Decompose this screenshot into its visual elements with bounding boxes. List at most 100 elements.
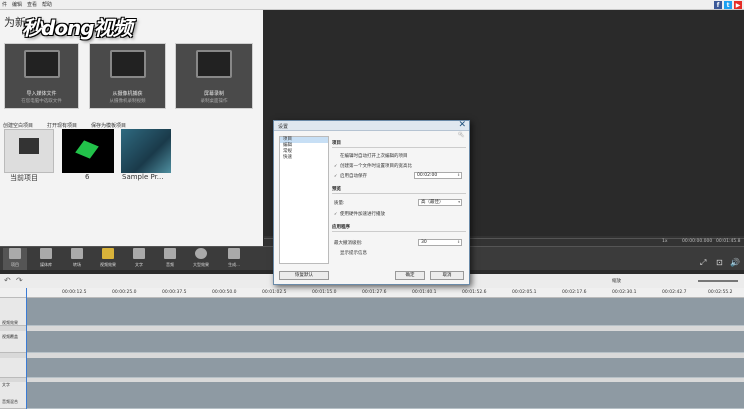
checkbox-unchecked[interactable] [334, 153, 338, 157]
field-value: 高（最佳） [421, 200, 444, 205]
tab-text[interactable]: 文字 [125, 247, 153, 269]
camera-icon [109, 50, 146, 78]
volume-icon[interactable]: 🔊 [730, 258, 740, 267]
track-header[interactable] [0, 358, 26, 378]
menu-view[interactable]: 查看 [27, 1, 37, 8]
text-icon [133, 248, 145, 259]
undo-levels-field[interactable]: 30 ⇕ [418, 239, 462, 246]
snapshot-icon[interactable]: ⊡ [716, 258, 723, 267]
save-template-link[interactable]: 保存为模板项目 [91, 122, 126, 129]
fullscreen-icon[interactable]: ⤢ [700, 258, 706, 268]
quality-select[interactable]: 高（最佳） ▾ [418, 199, 462, 206]
project-icon [9, 248, 21, 259]
setting-label: 使用硬件加速进行播放 [340, 212, 385, 217]
ruler-tick: 00:00:37.5 [162, 290, 187, 295]
ruler-tick: 00:01:40.1 [412, 290, 437, 295]
ruler-tick: 00:01:15.0 [312, 290, 337, 295]
tile-sublabel: 在您电脑中选取文件 [21, 99, 62, 104]
track-label: 视频效果 [2, 320, 18, 325]
chevron-down-icon: ▾ [458, 200, 460, 204]
setting-row[interactable]: 显示提示信息 [334, 250, 367, 256]
open-project-link[interactable]: 打开现有项目 [47, 122, 77, 129]
ruler-tick: 00:02:17.6 [562, 290, 587, 295]
playhead[interactable] [26, 288, 27, 409]
track-lane[interactable] [26, 331, 744, 353]
youtube-icon[interactable]: ▶ [734, 1, 742, 9]
tab-media[interactable]: 媒体库 [32, 247, 60, 269]
track-lane[interactable] [26, 358, 744, 378]
monitor-icon [196, 50, 232, 78]
tile-sublabel: 录制桌面操作 [200, 99, 228, 104]
tab-label: 项目 [11, 262, 19, 267]
import-media-tile[interactable]: 导入媒体文件 在您电脑中选取文件 [4, 43, 79, 109]
mouse-cursor-icon: ↖ [458, 130, 465, 139]
tab-transitions[interactable]: 转场 [63, 247, 91, 269]
screen-record-tile[interactable]: 屏幕录制 录制桌面操作 [175, 43, 253, 109]
ruler-tick: 00:00:25.0 [112, 290, 137, 295]
ruler-tick: 00:02:55.2 [708, 290, 733, 295]
new-project-link[interactable]: 创建空白项目 [3, 122, 33, 129]
project-thumb-6[interactable] [62, 129, 114, 173]
current-project-thumb[interactable] [4, 129, 54, 173]
ok-button[interactable]: 确定 [395, 271, 425, 280]
dialog-titlebar: 设置 ✕ [274, 120, 469, 131]
cancel-button[interactable]: 取消 [430, 271, 464, 280]
setting-row[interactable]: ✓ 创建第一个文件时设置项目的宽高比 [334, 163, 412, 170]
checkbox-checked[interactable]: ✓ [334, 164, 338, 168]
nav-item-fast[interactable]: 快速 [280, 155, 328, 161]
tab-audio[interactable]: 音频 [156, 247, 184, 269]
tab-project[interactable]: 项目 [1, 247, 29, 269]
capture-camera-tile[interactable]: 从摄像机捕获 从摄像机录制视频 [89, 43, 166, 109]
menu-file[interactable]: 件 [2, 1, 7, 8]
twitter-icon[interactable]: t [724, 1, 732, 9]
ruler-tick: 00:02:05.1 [512, 290, 537, 295]
tab-label: 文字 [135, 262, 143, 267]
settings-content: 项目 在编辑时自动打开上次编辑的项目 ✓ 创建第一个文件时设置项目的宽高比 ✓ 启用… [332, 136, 466, 264]
track-header[interactable]: 视频覆盖 [0, 331, 26, 353]
reset-defaults-button[interactable]: 恢复默认 [279, 271, 329, 280]
zoom-slider[interactable] [698, 280, 738, 282]
tab-big-effects[interactable]: 大型效果 [187, 247, 215, 269]
tab-label: 大型效果 [193, 262, 209, 267]
tile-label: 导入媒体文件 [26, 91, 57, 97]
checkbox-checked[interactable]: ✓ [334, 212, 338, 216]
thumb-label: 当前项目 [10, 174, 38, 182]
tab-video-effects[interactable]: 视频效果 [94, 247, 122, 269]
total-timecode: 00:01:45.8 [716, 239, 741, 244]
autosave-interval-field[interactable]: 00:02:00 ⇕ [414, 172, 462, 179]
timeline-tracks: 视频效果 视频覆盖 文字 音频混合 [0, 298, 744, 409]
undo-icon[interactable]: ↶ [4, 276, 11, 285]
setting-row[interactable]: ✓ 启用自动保存 [334, 173, 367, 180]
ruler-tick: 00:02:30.1 [612, 290, 637, 295]
project-links: 创建空白项目 打开现有项目 保存为模板项目 [3, 122, 126, 129]
tab-produce[interactable]: 生成... [220, 247, 248, 269]
setting-row[interactable]: 在编辑时自动打开上次编辑的项目 [334, 153, 408, 159]
field-value: 00:02:00 [417, 173, 438, 178]
track-label: 音频混合 [2, 399, 18, 404]
close-icon[interactable]: ✕ [458, 120, 466, 130]
menu-help[interactable]: 帮助 [42, 1, 52, 8]
settings-nav: 项目 编辑 常规 快速 [279, 136, 329, 264]
ruler-tick: 00:01:52.6 [462, 290, 487, 295]
tab-label: 视频效果 [100, 262, 116, 267]
thumb-label: Sample Pr... [122, 173, 164, 181]
checkbox-checked[interactable]: ✓ [334, 174, 338, 178]
menu-edit[interactable]: 编辑 [12, 1, 22, 8]
facebook-icon[interactable]: f [714, 1, 722, 9]
sample-project-thumb[interactable] [121, 129, 171, 173]
checkbox-unchecked[interactable] [334, 250, 338, 254]
setting-row[interactable]: ✓ 使用硬件加速进行播放 [334, 211, 385, 218]
track-header[interactable]: 视频效果 [0, 298, 26, 326]
track-lane[interactable] [26, 298, 744, 326]
social-links: f t ▶ [714, 1, 742, 9]
redo-icon[interactable]: ↷ [16, 276, 23, 285]
track-header[interactable]: 文字 音频混合 [0, 382, 26, 409]
ruler-tick: 00:00:12.5 [62, 290, 87, 295]
speed-label[interactable]: 1x [662, 239, 668, 244]
menu-bar: 件 编辑 查看 帮助 [0, 0, 744, 10]
setting-label: 创建第一个文件时设置项目的宽高比 [340, 164, 412, 169]
spinner-icon[interactable]: ⇕ [457, 240, 460, 245]
film-icon [228, 248, 240, 259]
spinner-icon[interactable]: ⇕ [457, 173, 460, 178]
track-lane[interactable] [26, 382, 744, 409]
